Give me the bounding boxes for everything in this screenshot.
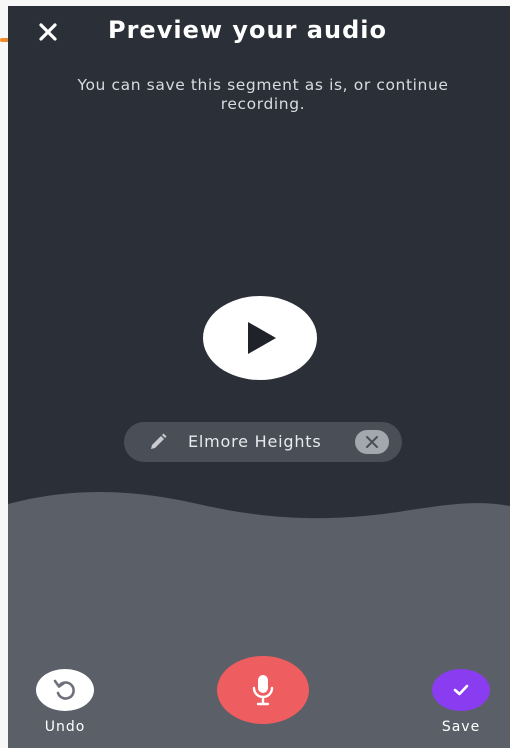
undo-button[interactable] [36, 669, 94, 711]
segment-name-label: Elmore Heights [188, 432, 322, 451]
undo-label: Undo [44, 719, 86, 735]
instruction-text: You can save this segment as is, or cont… [77, 76, 449, 113]
play-icon [248, 322, 276, 354]
page-title: Preview your audio [108, 16, 387, 44]
save-label: Save [441, 719, 481, 735]
edit-name-button[interactable] [148, 432, 168, 452]
header: Preview your audio [8, 6, 510, 58]
close-button[interactable] [34, 18, 62, 46]
pencil-icon [151, 433, 167, 449]
clear-name-button[interactable] [355, 430, 389, 454]
preview-audio-screen: Preview your audio You can save this seg… [8, 6, 510, 748]
play-button[interactable] [203, 296, 317, 380]
close-icon [39, 23, 57, 41]
close-circle-icon [366, 436, 378, 448]
undo-icon [53, 679, 75, 700]
segment-name-chip: Elmore Heights [124, 422, 402, 462]
record-button[interactable] [217, 656, 309, 724]
microphone-icon [252, 675, 274, 706]
save-button[interactable] [432, 669, 490, 711]
checkmark-icon [453, 684, 469, 696]
